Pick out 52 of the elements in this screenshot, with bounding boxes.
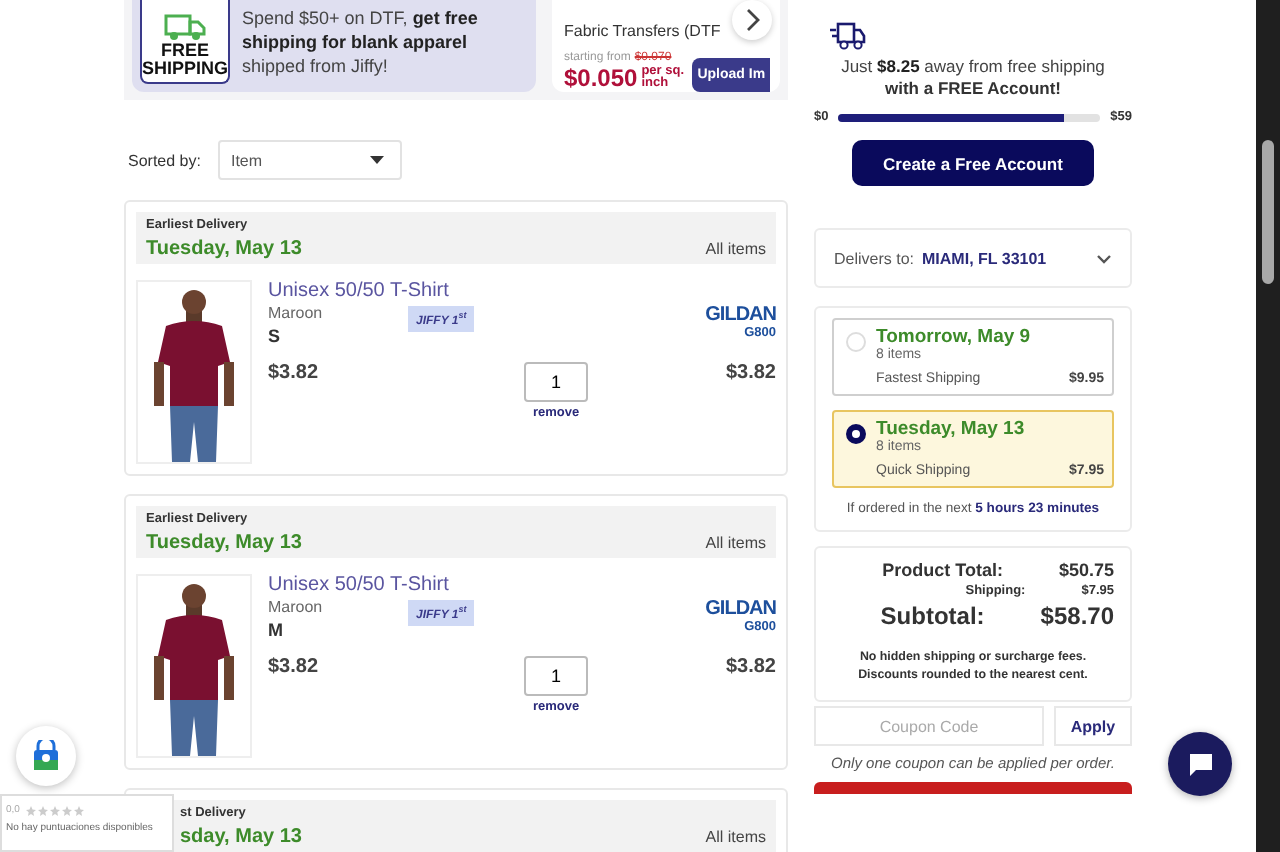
- option-date: Tomorrow, May 9: [876, 326, 1033, 348]
- variant-label: Maroon: [268, 304, 325, 322]
- total-value: $58.70: [1040, 602, 1114, 630]
- chat-icon: [1187, 752, 1213, 776]
- promo-text: Spend $50+ on DTF, get free shipping for blank apparel shipped from Jiffy!: [242, 6, 480, 80]
- variant-label: Maroon: [268, 598, 325, 616]
- size-label: S: [268, 326, 283, 346]
- apply-button[interactable]: Apply: [1054, 706, 1132, 746]
- sort-dropdown[interactable]: Item: [218, 140, 403, 180]
- quantity-field[interactable]: 1: [524, 656, 588, 696]
- shopping-bag-icon: [32, 740, 60, 772]
- chevron-down-icon: [1096, 253, 1112, 263]
- badge-label: FREE SHIPPING: [142, 42, 228, 78]
- delivery-date: Tuesday, May 13: [146, 238, 302, 260]
- promo-title: Fabric Transfers (DTF: [564, 22, 721, 40]
- location-value: MIAMI, FL 33101: [922, 249, 1049, 267]
- scope-label: All items: [705, 534, 766, 552]
- unit-price: $3.82: [268, 362, 319, 384]
- line-total: $3.82: [725, 362, 776, 384]
- truck-icon: [830, 22, 866, 50]
- product-link[interactable]: Unisex 50/50 T-Shirt: [268, 280, 776, 302]
- brand-logo: GILDAN: [705, 304, 776, 326]
- promo-price: $0.050: [564, 64, 638, 92]
- option-date: Tuesday, May 13: [876, 418, 1027, 440]
- product-link[interactable]: Unisex 50/50 T-Shirt: [268, 574, 776, 596]
- promo-message: with a FREE Account!: [885, 78, 1061, 98]
- radio-button[interactable]: [846, 424, 866, 444]
- unit-price: $3.82: [268, 656, 319, 678]
- coupon-field[interactable]: Coupon Code: [814, 706, 1044, 746]
- chevron-right-icon: [745, 8, 759, 32]
- scrollbar[interactable]: [1256, 0, 1280, 852]
- promo-card[interactable]: FREE SHIPPING Spend $50+ on DTF, get free shipping for blank apparel shipped from Jiffy!: [132, 0, 536, 92]
- chat-button[interactable]: [1168, 732, 1232, 796]
- quantity-field[interactable]: 1: [524, 362, 588, 402]
- delivery-date: sday, May 13: [180, 826, 302, 848]
- scroll-thumb[interactable]: [1262, 140, 1274, 284]
- size-label: M: [268, 620, 285, 640]
- total-label: Subtotal:: [878, 602, 987, 630]
- create-account-button[interactable]: Create a Free Account: [852, 140, 1094, 186]
- promo-message: Just $8.25 away from free shipping: [841, 56, 1105, 76]
- total-value: $50.75: [1058, 560, 1114, 580]
- shopping-bag-button[interactable]: [16, 726, 76, 786]
- scope-label: All items: [705, 828, 766, 846]
- total-label: Product Total:: [880, 560, 1005, 580]
- sort-label: Sorted by:: [128, 151, 201, 169]
- scope-label: All items: [705, 240, 766, 258]
- caret-icon: [370, 156, 385, 164]
- delivery-dropdown[interactable]: Delivers to: MIAMI, FL 33101: [814, 228, 1132, 288]
- truck-icon: [163, 10, 207, 42]
- brand-logo: GILDAN: [705, 598, 776, 620]
- line-total: $3.82: [725, 656, 776, 678]
- delivery-date: Tuesday, May 13: [146, 532, 302, 554]
